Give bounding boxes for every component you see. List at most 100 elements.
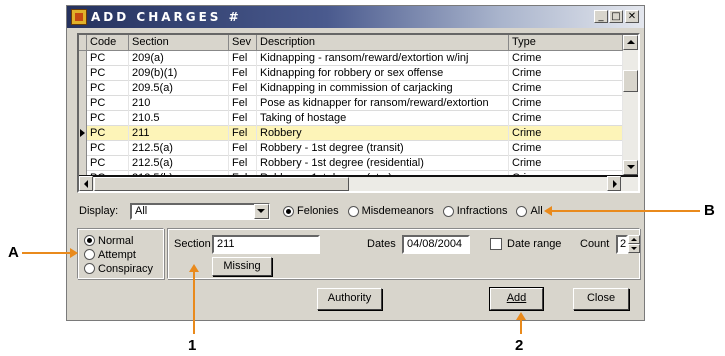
cell-code: PC <box>87 111 129 126</box>
row-selector[interactable] <box>79 141 87 156</box>
radio-attempt[interactable]: Attempt <box>84 248 153 261</box>
close-button[interactable]: Close <box>573 288 629 310</box>
close-window-button[interactable]: ✕ <box>625 10 639 23</box>
horizontal-scrollbar[interactable] <box>79 175 638 191</box>
scroll-down-button[interactable] <box>623 160 638 175</box>
row-selector[interactable] <box>79 96 87 111</box>
cell-code: PC <box>87 156 129 171</box>
cell-description: Kidnapping in commission of carjacking <box>257 81 509 96</box>
radio-dot-all[interactable] <box>516 205 528 217</box>
cell-type: Crime <box>509 141 623 156</box>
radio-dot-conspiracy[interactable] <box>84 263 95 274</box>
row-selector[interactable] <box>79 156 87 171</box>
cell-code: PC <box>87 66 129 81</box>
row-selector[interactable] <box>79 66 87 81</box>
cell-description: Robbery - 1st degree (transit) <box>257 141 509 156</box>
vertical-scrollbar[interactable] <box>623 35 638 175</box>
table-row[interactable]: PC 210.5 Fel Taking of hostage Crime <box>79 111 623 126</box>
callout-2-arrowhead <box>516 312 526 320</box>
radio-label-conspiracy: Conspiracy <box>98 262 154 275</box>
display-combo[interactable]: All <box>130 203 270 220</box>
callout-2-label: 2 <box>515 337 524 354</box>
radio-label-misdemeanors: Misdemeanors <box>361 205 434 217</box>
spin-down-icon <box>631 247 637 250</box>
radio-label-infractions: Infractions <box>456 205 508 217</box>
minimize-button[interactable]: _ <box>594 10 608 23</box>
cell-description: Kidnapping - ransom/reward/extortion w/i… <box>257 51 509 66</box>
row-selector-header <box>79 35 87 51</box>
missing-button[interactable]: Missing <box>212 257 272 276</box>
count-input[interactable]: 2 <box>616 235 628 254</box>
authority-button[interactable]: Authority <box>317 288 382 310</box>
column-header-section[interactable]: Section <box>129 35 229 51</box>
section-label: Section <box>174 238 211 250</box>
add-button-label: Add <box>506 292 527 304</box>
column-header-sev[interactable]: Sev <box>229 35 257 51</box>
table-row[interactable]: PC 209(a) Fel Kidnapping - ransom/reward… <box>79 51 623 66</box>
radio-misdemeanors[interactable]: Misdemeanors <box>347 205 434 217</box>
display-filter-radios: Felonies Misdemeanors Infractions All <box>283 205 552 217</box>
chevron-down-icon <box>257 209 265 213</box>
table-row[interactable]: PC 212.5(a) Fel Robbery - 1st degree (tr… <box>79 141 623 156</box>
cell-type: Crime <box>509 111 623 126</box>
date-range-checkbox[interactable] <box>490 238 502 250</box>
table-row[interactable]: PC 212.5(a) Fel Robbery - 1st degree (re… <box>79 156 623 171</box>
title-bar[interactable]: ADD CHARGES # _ □ ✕ <box>67 6 644 28</box>
cell-section: 209(a) <box>129 51 229 66</box>
column-header-description[interactable]: Description <box>257 35 509 51</box>
horizontal-scroll-thumb[interactable] <box>94 177 349 191</box>
radio-label-normal: Normal <box>98 234 134 247</box>
table-row[interactable]: PC 210 Fel Pose as kidnapper for ransom/… <box>79 96 623 111</box>
cell-code: PC <box>87 51 129 66</box>
date-range-label: Date range <box>507 238 562 250</box>
cell-type: Crime <box>509 66 623 81</box>
add-button[interactable]: Add <box>489 287 544 311</box>
radio-label-attempt: Attempt <box>98 248 136 261</box>
scroll-left-button[interactable] <box>79 176 93 191</box>
radio-dot-misdemeanors[interactable] <box>347 205 359 217</box>
row-selector[interactable] <box>79 51 87 66</box>
radio-all[interactable]: All <box>516 205 543 217</box>
radio-infractions[interactable]: Infractions <box>442 205 508 217</box>
grid-body: PC 209(a) Fel Kidnapping - ransom/reward… <box>79 51 623 186</box>
radio-dot-normal[interactable] <box>84 235 95 246</box>
cell-type: Crime <box>509 51 623 66</box>
count-spin-down[interactable] <box>628 244 640 253</box>
scroll-right-button[interactable] <box>607 176 621 191</box>
radio-conspiracy[interactable]: Conspiracy <box>84 262 153 275</box>
cell-description: Kidnapping for robbery or sex offense <box>257 66 509 81</box>
radio-dot-attempt[interactable] <box>84 249 95 260</box>
display-combo-value: All <box>135 205 148 217</box>
column-header-code[interactable]: Code <box>87 35 129 51</box>
arrow-down-icon <box>627 165 635 169</box>
section-input[interactable]: 211 <box>212 235 320 254</box>
add-charges-window: ADD CHARGES # _ □ ✕ Code Section Sev Des… <box>66 5 645 321</box>
row-selector[interactable] <box>79 81 87 96</box>
column-header-type[interactable]: Type <box>509 35 623 51</box>
radio-dot-felonies[interactable] <box>283 205 294 217</box>
maximize-button[interactable]: □ <box>609 10 623 23</box>
radio-normal[interactable]: Normal <box>84 234 153 247</box>
arrow-left-icon <box>84 180 88 188</box>
table-row-selected[interactable]: PC 211 Fel Robbery Crime <box>79 126 623 141</box>
callout-b-arrowhead <box>544 206 552 216</box>
radio-felonies[interactable]: Felonies <box>283 205 339 217</box>
table-row[interactable]: PC 209.5(a) Fel Kidnapping in commission… <box>79 81 623 96</box>
cell-sev: Fel <box>229 66 257 81</box>
row-selector[interactable] <box>79 126 87 141</box>
display-label: Display: <box>79 205 119 217</box>
radio-dot-infractions[interactable] <box>442 205 454 217</box>
cell-section: 210 <box>129 96 229 111</box>
charges-grid: Code Section Sev Description Type PC 209… <box>77 33 640 193</box>
grid-header: Code Section Sev Description Type <box>79 35 623 51</box>
scroll-up-button[interactable] <box>623 35 638 50</box>
table-row[interactable]: PC 209(b)(1) Fel Kidnapping for robbery … <box>79 66 623 81</box>
app-icon <box>71 9 87 25</box>
cell-sev: Fel <box>229 111 257 126</box>
dates-input[interactable]: 04/08/2004 <box>402 235 470 254</box>
row-selector[interactable] <box>79 111 87 126</box>
count-spin-up[interactable] <box>628 235 640 244</box>
count-spinner[interactable] <box>628 235 640 254</box>
display-combo-button[interactable] <box>254 204 269 219</box>
vertical-scroll-thumb[interactable] <box>623 70 638 92</box>
